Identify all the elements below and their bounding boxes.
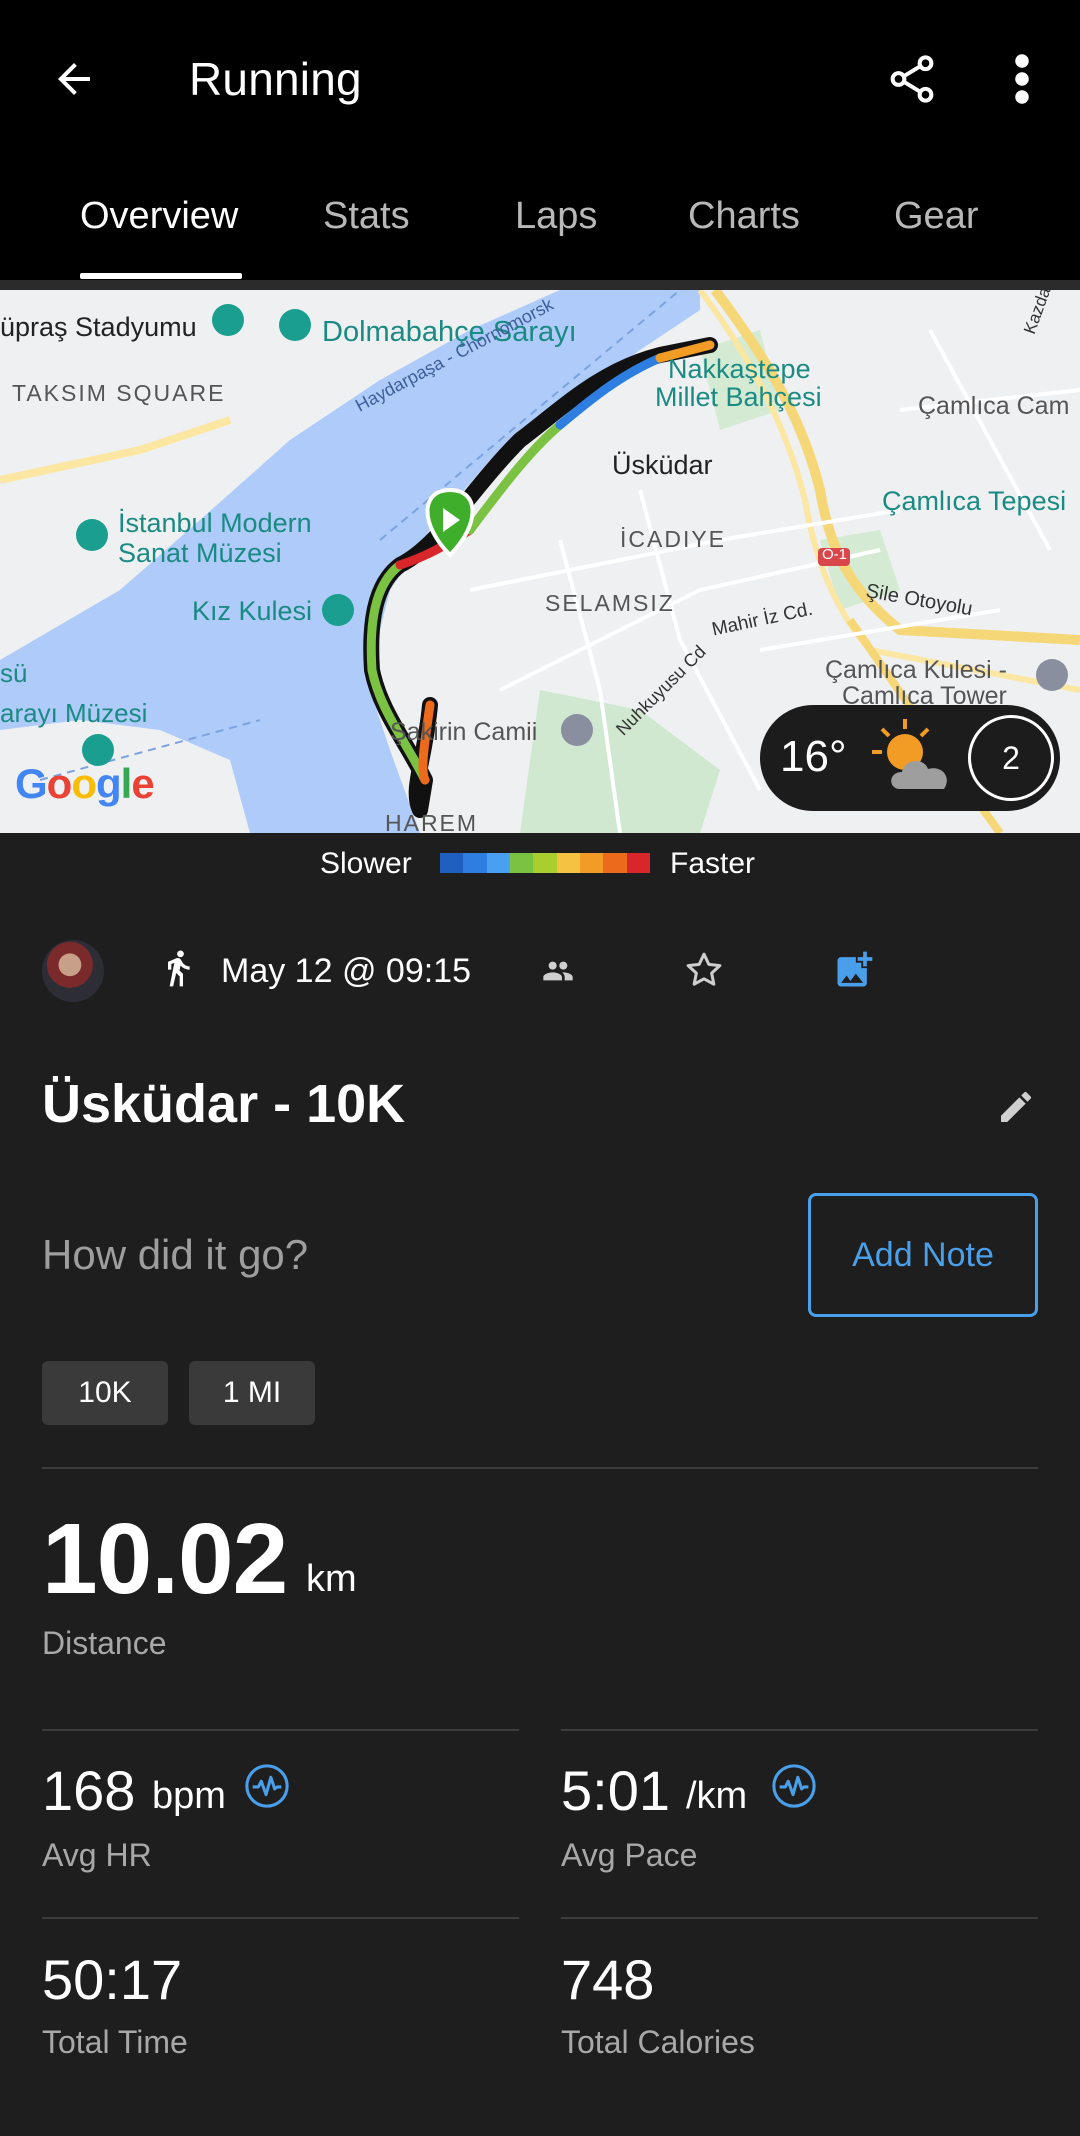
add-note-button[interactable]: Add Note: [808, 1193, 1038, 1317]
back-button[interactable]: [40, 45, 108, 113]
map-label-camlica-kulesi-1: Çamlıca Kulesi -: [825, 656, 1007, 684]
map-label-camlica-cam: Çamlıca Cam: [918, 392, 1070, 420]
weather-temperature: 16°: [780, 732, 847, 781]
activity-date: May 12 @ 09:15: [221, 952, 471, 990]
legend-slower-label: Slower: [320, 847, 412, 880]
map-label-su: sü: [0, 658, 28, 688]
map-label-sakirin: Şakirin Camii: [390, 718, 538, 746]
star-icon[interactable]: [684, 950, 724, 990]
legend-swatch: [509, 853, 534, 873]
note-prompt[interactable]: How did it go?: [42, 1231, 308, 1279]
more-vert-icon: [1015, 54, 1029, 104]
map-label-camlica-tepesi: Çamlıca Tepesi: [882, 486, 1067, 516]
map-label-nakkastepe-2: Millet Bahçesi: [655, 382, 822, 412]
avg-pace-label: Avg Pace: [561, 1837, 698, 1873]
map-label-saray-muzesi: arayı Müzesi: [0, 698, 148, 728]
map-label-taksim: TAKSIM SQUARE: [12, 380, 226, 406]
divider: [42, 1467, 1038, 1469]
map-label-o1: O-1: [822, 546, 848, 563]
total-calories-label: Total Calories: [561, 2024, 755, 2060]
legend-color-bar: [440, 853, 650, 873]
run-icon: [168, 950, 190, 987]
map-label-stadium: üpraş Stadyumu: [0, 312, 197, 342]
map-label-harem: HAREM: [385, 810, 479, 833]
avatar[interactable]: [42, 940, 104, 1002]
distance-unit: km: [306, 1558, 357, 1600]
legend-swatch: [440, 853, 464, 873]
add-photo-icon[interactable]: [832, 948, 876, 992]
partly-cloudy-icon: [872, 719, 947, 789]
people-icon[interactable]: [540, 955, 576, 987]
pulse-icon[interactable]: [244, 1763, 290, 1809]
legend-swatch: [463, 853, 487, 873]
map-label-istanbul-modern-1: İstanbul Modern: [118, 508, 312, 538]
tab-overview[interactable]: Overview: [80, 195, 238, 250]
avg-hr-label: Avg HR: [42, 1837, 152, 1873]
legend-swatch: [626, 853, 650, 873]
legend-swatch: [533, 853, 557, 873]
total-calories-value: 748: [561, 1948, 655, 2011]
map-label-nakkastepe-1: Nakkaştepe: [668, 354, 811, 384]
total-time-value: 50:17: [42, 1948, 183, 2011]
more-options-button[interactable]: [990, 45, 1054, 113]
legend-swatch: [603, 853, 627, 873]
legend-faster-label: Faster: [670, 847, 756, 880]
pace-legend: Slower Faster: [0, 833, 1080, 897]
legend-swatch: [486, 853, 510, 873]
total-time-label: Total Time: [42, 2024, 188, 2060]
tab-gear[interactable]: Gear: [894, 195, 978, 250]
back-arrow-icon: [58, 63, 90, 95]
weather-badge: 16° 2: [760, 705, 1060, 811]
tab-laps[interactable]: Laps: [515, 195, 597, 250]
map-label-kiz-kulesi: Kız Kulesi: [192, 596, 313, 626]
share-icon: [890, 55, 934, 103]
tab-bar: Overview Stats Laps Charts Gear: [0, 165, 1080, 280]
distance-label: Distance: [42, 1625, 167, 1661]
pulse-icon[interactable]: [771, 1763, 817, 1809]
moon-phase-value: 2: [1002, 739, 1020, 776]
map-label-icadiye: İCADIYE: [620, 526, 727, 552]
google-logo: Google: [15, 760, 155, 807]
divider: [561, 1729, 1038, 1731]
map-label-istanbul-modern-2: Sanat Müzesi: [118, 538, 282, 568]
moon-phase-icon: 2: [968, 715, 1054, 801]
tab-stats[interactable]: Stats: [323, 195, 410, 250]
map-label-uskudar: Üsküdar: [612, 450, 713, 480]
avg-hr-unit: bpm: [152, 1775, 226, 1817]
app-bar: Running: [0, 0, 1080, 165]
distance-value: 10.02: [42, 1503, 288, 1615]
avg-hr-value: 168: [42, 1759, 136, 1822]
divider: [561, 1917, 1038, 1919]
activity-title: Üsküdar - 10K: [42, 1074, 406, 1134]
tab-divider: [0, 280, 1080, 290]
share-button[interactable]: [878, 45, 946, 113]
active-tab-indicator: [80, 273, 242, 279]
map-label-selamsiz: SELAMSIZ: [545, 590, 675, 616]
divider: [42, 1917, 519, 1919]
avg-pace-value: 5:01: [561, 1759, 670, 1822]
chip-10k[interactable]: 10K: [42, 1361, 168, 1425]
legend-swatch: [556, 853, 580, 873]
page-title: Running: [189, 53, 362, 105]
tab-charts[interactable]: Charts: [688, 195, 800, 250]
edit-icon[interactable]: [996, 1087, 1036, 1127]
divider: [42, 1729, 519, 1731]
chip-1mi[interactable]: 1 MI: [189, 1361, 315, 1425]
avg-pace-unit: /km: [686, 1775, 748, 1817]
legend-swatch: [579, 853, 604, 873]
